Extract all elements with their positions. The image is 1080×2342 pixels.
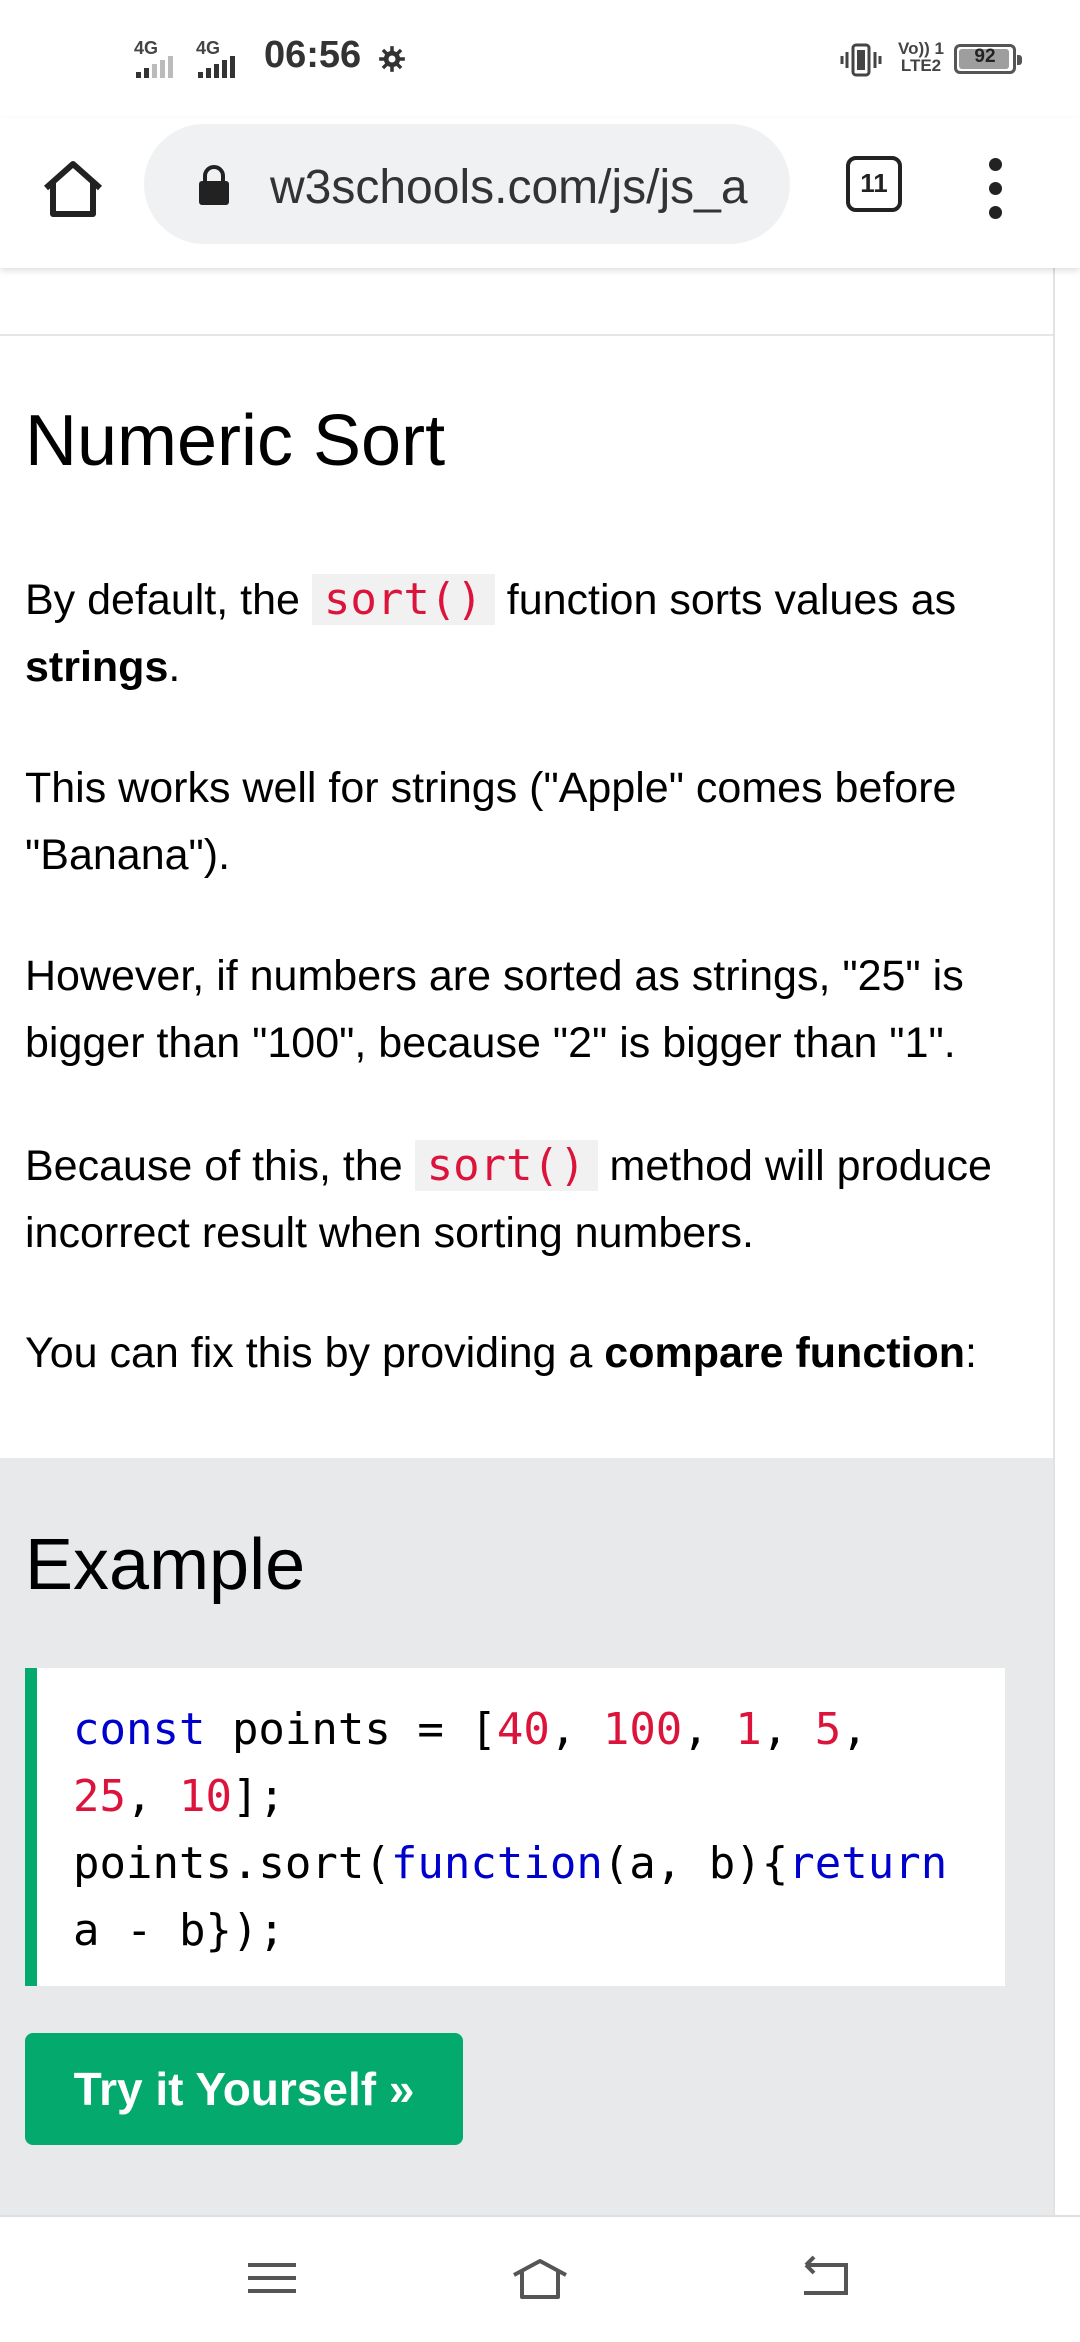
code-line-1: const points = [40, 100, 1, 5, (73, 1696, 1005, 1763)
inline-code-sort: sort() (414, 1140, 598, 1191)
page-scrollbar[interactable] (1053, 268, 1055, 2215)
paragraph-default-sort: By default, the sort() function sorts va… (25, 566, 1015, 701)
address-bar[interactable]: w3schools.com/js/js_a (144, 124, 790, 244)
p4-text-a: Because of this, the (25, 1142, 403, 1190)
code-number: 100 (602, 1704, 683, 1755)
example-panel: Example const points = [40, 100, 1, 5, 2… (0, 1458, 1053, 2215)
code-number: 1 (735, 1704, 762, 1755)
code-sep: , (841, 1704, 868, 1755)
battery-level: 92 (974, 46, 996, 67)
browser-toolbar: w3schools.com/js/js_a 11 (0, 118, 1080, 268)
code-line-4: a - b}); (73, 1905, 285, 1956)
code-number: 5 (814, 1704, 842, 1755)
code-block: const points = [40, 100, 1, 5, 25, 10]; … (25, 1668, 1005, 1986)
paragraph-strings: This works well for strings ("Apple" com… (25, 764, 957, 879)
code-sep: , (682, 1704, 736, 1755)
code-line-2: 25, 10]; (73, 1763, 1005, 1830)
code-text: points.sort( (73, 1838, 391, 1889)
p1-bold-strings: strings (25, 643, 169, 691)
back-icon[interactable] (796, 2253, 856, 2303)
code-text: points = [ (205, 1704, 497, 1755)
p5-text-a: You can fix this by providing a (25, 1329, 593, 1377)
code-line-3: points.sort(function(a, b){return (73, 1830, 1005, 1897)
home-icon[interactable] (40, 156, 106, 222)
example-heading: Example (25, 1525, 306, 1605)
p1-text-c: . (168, 643, 181, 691)
code-sep: , (125, 1771, 179, 1822)
paragraph-compare-function: You can fix this by providing a compare … (25, 1320, 1015, 1387)
p1-text-a: By default, the (25, 576, 300, 624)
try-it-yourself-button[interactable]: Try it Yourself » (25, 2033, 463, 2145)
status-bar: 4G 4G 06:56 Vo)) 1 LTE2 92 (0, 0, 1080, 118)
code-number: 40 (496, 1704, 550, 1755)
url-text: w3schools.com/js/js_a (270, 161, 748, 214)
volte-line-2: LTE2 (900, 56, 942, 75)
code-keyword: const (73, 1704, 206, 1755)
more-vert-icon[interactable] (980, 158, 1010, 222)
code-sep: , (761, 1704, 815, 1755)
code-text: ]; (231, 1771, 285, 1822)
lock-icon (199, 165, 229, 205)
code-text: (a, b){ (602, 1838, 789, 1889)
code-number: 10 (178, 1771, 232, 1822)
status-time: 06:56 (264, 34, 362, 76)
settings-gear-icon (379, 46, 405, 72)
divider (0, 334, 1053, 336)
paragraph-numbers: However, if numbers are sorted as string… (25, 952, 964, 1067)
signal-icon: 4G (134, 38, 192, 78)
tab-switcher-icon[interactable]: 11 (846, 156, 902, 212)
volte-line-1: Vo)) 1 (898, 39, 944, 58)
section-heading: Numeric Sort (25, 401, 446, 481)
paragraph-incorrect-result: Because of this, the sort() method will … (25, 1132, 1015, 1267)
menu-lines-icon[interactable] (242, 2253, 302, 2303)
inline-code-sort: sort() (311, 574, 495, 625)
code-sep: , (549, 1704, 603, 1755)
battery-icon: 92 (954, 44, 1022, 74)
code-keyword: function (390, 1838, 603, 1889)
p5-bold-compare: compare function (604, 1329, 966, 1377)
system-nav-bar (0, 2215, 1080, 2342)
p5-text-b: : (965, 1329, 977, 1377)
volte-icon: Vo)) 1 LTE2 (898, 40, 944, 74)
code-number: 25 (73, 1771, 126, 1822)
home-outline-icon[interactable] (510, 2253, 570, 2303)
signal-icon: 4G (196, 38, 254, 78)
p1-text-b: function sorts values as (506, 576, 957, 624)
code-keyword: return (788, 1838, 948, 1889)
vibrate-icon (840, 43, 882, 77)
